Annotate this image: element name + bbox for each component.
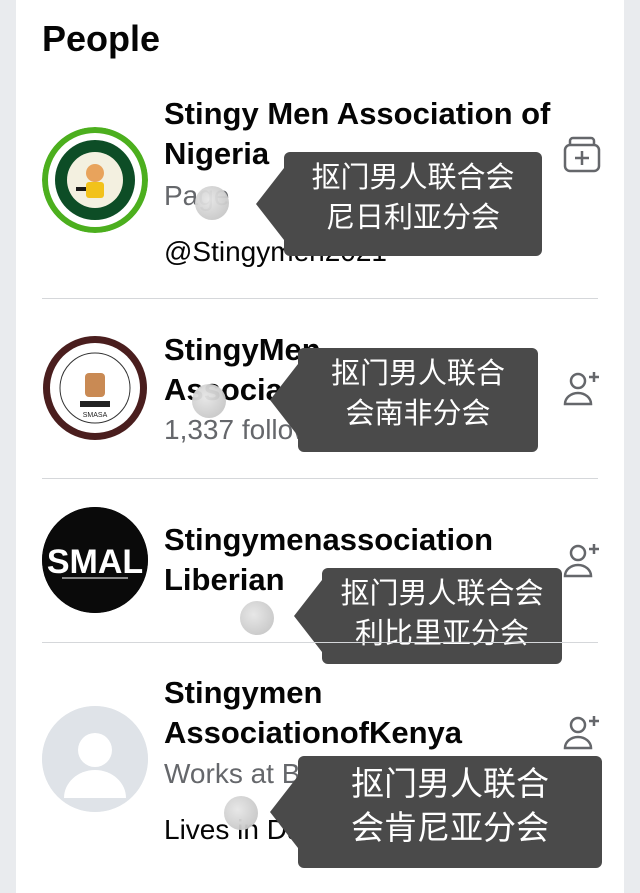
avatar[interactable]: SMASA [42,335,148,441]
touch-indicator [195,186,229,220]
avatar[interactable] [42,127,148,233]
touch-indicator [240,601,274,635]
result-item[interactable]: Stingy Men Association of Nigeria Page @… [16,90,624,300]
add-friend-icon[interactable] [562,712,602,752]
divider [42,298,598,299]
annotation-line: 会南非分会 [345,398,491,430]
annotation-line: 抠门男人联合会 [340,578,544,610]
annotation-line: 会肯尼亚分会 [351,809,549,846]
section-heading: People [42,18,161,59]
annotation-line: 抠门男人联合 [330,358,505,390]
result-item[interactable]: SMASA StingyMen AssociationOfMzansi 1,33… [16,300,624,478]
translation-annotation: 抠门男人联合 会肯尼亚分会 [270,756,602,868]
avatar[interactable]: SMAL [42,507,148,613]
avatar-logo: SMAL [47,543,143,581]
touch-indicator [192,384,226,418]
add-friend-icon[interactable] [562,540,602,580]
divider [42,642,598,643]
add-friend-icon[interactable] [562,368,602,408]
result-item[interactable]: SMAL Stingymenassociation Liberian 抠门男人联… [16,480,624,664]
translation-annotation: 抠门男人联合会 尼日利亚分会 [256,152,542,256]
result-item[interactable]: Stingymen AssociationofKenya Works at Bl… [16,644,624,893]
avatar-badge: SMASA [83,412,108,419]
translation-annotation: 抠门男人联合 会南非分会 [270,348,538,452]
divider [42,478,598,479]
add-page-icon[interactable] [562,135,602,175]
annotation-line: 尼日利亚分会 [325,202,500,234]
touch-indicator [224,796,258,830]
result-title[interactable]: Stingymen AssociationofKenya [164,673,554,753]
annotation-line: 抠门男人联合 [351,765,549,802]
people-results-panel: People Stingy Men Association of Nigeria… [16,0,624,893]
annotation-line: 抠门男人联合会 [311,162,515,194]
avatar[interactable] [42,706,148,812]
